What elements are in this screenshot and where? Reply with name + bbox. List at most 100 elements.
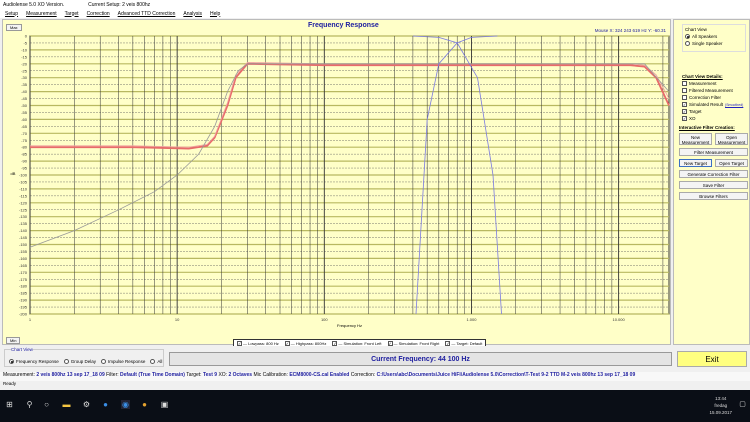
label: Correction: xyxy=(350,372,376,378)
menu-bar: Setup Measurement Target Correction Adva… xyxy=(0,9,750,18)
checkbox[interactable]: ✓ xyxy=(682,102,687,107)
y-tick-label: -200 xyxy=(19,312,28,317)
app-icon[interactable]: ▣ xyxy=(160,400,169,409)
checkbox-label: Target xyxy=(689,109,702,114)
clock[interactable]: 13:44 fredag 15.09.2017 xyxy=(709,395,732,416)
chart-view-options: Chart View Frequency Response Group Dela… xyxy=(4,347,164,367)
legend-checkbox[interactable]: ✓ xyxy=(332,340,338,346)
smoothed-link[interactable]: (Smoothed) xyxy=(725,103,743,107)
radio-impulse-response[interactable]: Impulse Response xyxy=(101,359,145,364)
legend-label: — Lowpass: 800 Hz xyxy=(243,340,279,346)
open-target-button[interactable]: Open Target xyxy=(715,159,748,167)
legend-sim-right[interactable]: ✓ — Simulation: Front Right xyxy=(387,340,439,346)
legend-label: — Simulation: Front Left xyxy=(338,340,382,346)
legend-lowpass[interactable]: ✓ — Lowpass: 800 Hz xyxy=(237,340,279,346)
xo-value: 2 Octaves xyxy=(228,372,253,378)
task-view-icon[interactable]: ○ xyxy=(42,400,51,409)
legend-checkbox[interactable]: ✓ xyxy=(284,340,290,346)
label: Target: xyxy=(186,372,202,378)
legend-sim-left[interactable]: ✓ — Simulation: Front Left xyxy=(332,340,382,346)
radio-icon xyxy=(63,359,69,364)
y-tick-label: -105 xyxy=(19,179,28,184)
filter-measurement-button[interactable]: Filter Measurement xyxy=(679,148,748,156)
browser-icon[interactable]: ● xyxy=(101,400,110,409)
menu-advanced-ttd[interactable]: Advanced TTD Correction xyxy=(118,11,176,17)
checkbox[interactable] xyxy=(682,81,687,86)
filter-value: Default (True Time Domain) xyxy=(120,372,185,378)
info-line: Measurement: 2 veis 800hz 13 sep 17_18 0… xyxy=(0,372,750,381)
x-axis-label: Frequency Hz xyxy=(337,323,362,328)
y-tick-label: -15 xyxy=(21,54,28,59)
y-tick-label: -45 xyxy=(21,96,28,101)
status-bar: Ready xyxy=(0,381,750,389)
y-tick-label: -185 xyxy=(19,291,28,296)
y-tick-label: -190 xyxy=(19,298,28,303)
checkbox[interactable] xyxy=(682,88,687,93)
menu-analysis[interactable]: Analysis xyxy=(183,11,202,17)
notifications-icon[interactable]: ▢ xyxy=(738,400,747,409)
title-bar: Audiolense 5.0 XO Version. Current Setup… xyxy=(0,0,750,9)
current-setup: Current Setup: 2 veis 800hz xyxy=(88,1,151,8)
app-title: Audiolense 5.0 XO Version. xyxy=(3,1,65,8)
mic-value: ECM8000-CS.cal Enabled xyxy=(289,372,350,378)
checkbox-label: Measurement xyxy=(689,81,717,86)
checkbox-xo[interactable]: ✓ XO xyxy=(682,116,748,121)
legend-checkbox[interactable]: ✓ xyxy=(445,340,451,346)
y-tick-label: 0 xyxy=(25,34,28,39)
generate-correction-filter-button[interactable]: Generate Correction Filter xyxy=(679,170,748,178)
target-value: Test 9 xyxy=(202,372,218,378)
y-tick-label: -100 xyxy=(19,173,28,178)
checkbox-measurement[interactable]: Measurement xyxy=(682,81,748,86)
new-measurement-button[interactable]: New Measurement xyxy=(679,133,712,145)
menu-setup[interactable]: Setup xyxy=(5,11,18,17)
y-tick-label: -130 xyxy=(19,214,28,219)
settings-gear-icon[interactable]: ⚙ xyxy=(82,400,91,409)
radio-label: All xyxy=(157,359,163,364)
chart-view-group: Chart View All Speakers Single Speaker xyxy=(682,24,746,52)
checkbox-target[interactable]: ✓ Target xyxy=(682,109,748,114)
windows-start-icon[interactable]: ⊞ xyxy=(5,400,14,409)
save-filter-button[interactable]: Save Filter xyxy=(679,181,748,189)
frequency-response-plot[interactable]: 0-5 -10 -15 -20 -25 -30 -35 -40 -45 -50 -55 -60 -65 -… xyxy=(3,20,672,346)
x-tick-label: 1 xyxy=(29,317,32,322)
y-tick-label: -110 xyxy=(19,186,27,191)
file-explorer-icon[interactable]: ▬ xyxy=(62,400,71,409)
radio-group-delay[interactable]: Group Delay xyxy=(63,359,96,364)
radio-all-speakers[interactable]: All Speakers xyxy=(685,34,743,39)
checkbox-simulated-result[interactable]: ✓ Simulated Result (Smoothed) xyxy=(682,102,748,107)
chrome-icon[interactable]: ● xyxy=(140,400,149,409)
time: 13:44 xyxy=(715,396,727,401)
checkbox-correction-filter[interactable]: Correction Filter xyxy=(682,95,748,100)
radio-frequency-response[interactable]: Frequency Response xyxy=(9,359,59,364)
y-tick-label: -145 xyxy=(19,235,28,240)
y-axis-label: dB xyxy=(11,171,16,176)
checkbox[interactable]: ✓ xyxy=(682,109,687,114)
radio-label: Single Speaker xyxy=(692,41,723,46)
radio-all[interactable]: All xyxy=(150,359,162,364)
taskbar: ⊞ ⚲ ○ ▬ ⚙ ● ◉ ● ▣ 13:44 fredag 15.09.201… xyxy=(0,390,750,422)
search-icon[interactable]: ⚲ xyxy=(25,400,34,409)
legend-highpass[interactable]: ✓ — Highpass: 800Hz xyxy=(284,340,326,346)
menu-target[interactable]: Target xyxy=(65,11,79,17)
legend-checkbox[interactable]: ✓ xyxy=(387,340,393,346)
y-tick-label: -70 xyxy=(21,131,28,136)
audiolense-icon[interactable]: ◉ xyxy=(121,400,130,409)
legend-target[interactable]: ✓ — Target: Default xyxy=(445,340,482,346)
checkbox[interactable]: ✓ xyxy=(682,116,687,121)
y-tick-label: -95 xyxy=(21,166,28,171)
menu-correction[interactable]: Correction xyxy=(87,11,110,17)
checkbox-filtered-measurement[interactable]: Filtered Measurement xyxy=(682,88,748,93)
y-tick-label: -150 xyxy=(19,242,28,247)
menu-measurement[interactable]: Measurement xyxy=(26,11,57,17)
new-target-button[interactable]: New Target xyxy=(679,159,712,167)
exit-button[interactable]: Exit xyxy=(677,351,747,367)
menu-help[interactable]: Help xyxy=(210,11,220,17)
details-heading: Chart View Details: xyxy=(682,74,723,79)
browse-filters-button[interactable]: Browse Filters xyxy=(679,192,748,200)
open-measurement-button[interactable]: Open Measurement xyxy=(715,133,748,145)
checkbox[interactable] xyxy=(682,95,687,100)
y-tick-label: -170 xyxy=(19,270,28,275)
legend-checkbox[interactable]: ✓ xyxy=(237,340,242,346)
radio-single-speaker[interactable]: Single Speaker xyxy=(685,41,743,46)
y-tick-label: -90 xyxy=(21,159,28,164)
